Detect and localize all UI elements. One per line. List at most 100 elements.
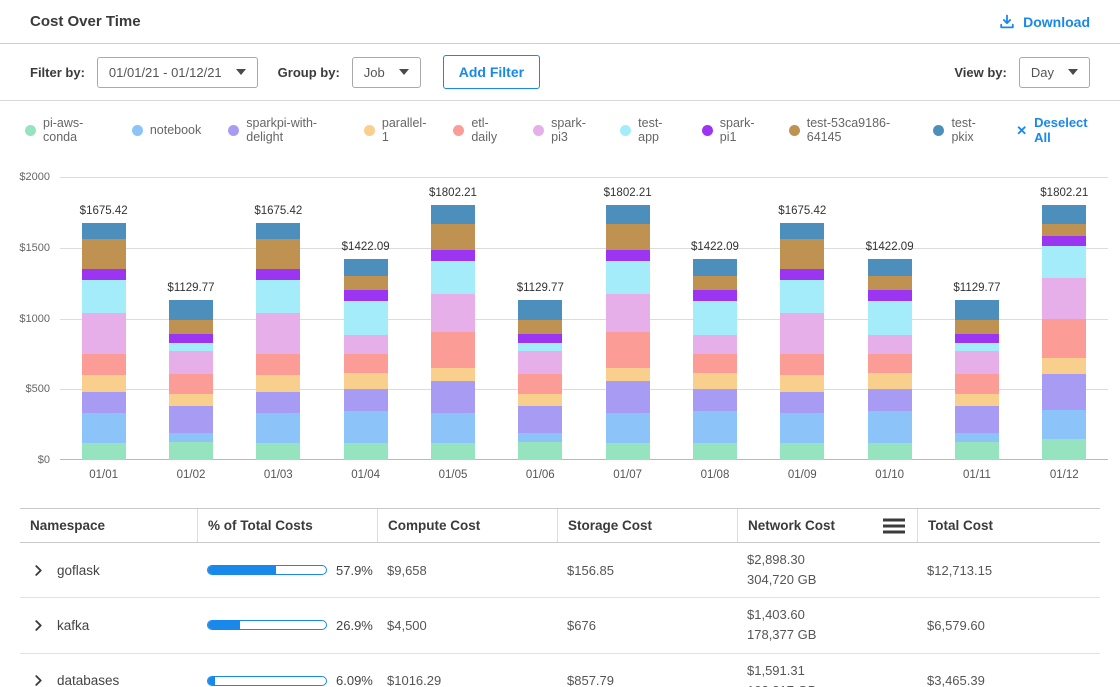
bar-segment-sparkpi-with-delight[interactable] <box>431 381 475 413</box>
bar-segment-spark-pi1[interactable] <box>344 290 388 300</box>
bar-segment-spark-pi1[interactable] <box>780 269 824 279</box>
legend-item-test-pkix[interactable]: test-pkix <box>933 116 989 144</box>
bar-segment-spark-pi1[interactable] <box>518 334 562 343</box>
legend-item-sparkpi-with-delight[interactable]: sparkpi-with-delight <box>228 116 337 144</box>
bar-segment-notebook[interactable] <box>868 411 912 442</box>
column-menu-icon[interactable] <box>883 518 905 533</box>
bar-segment-test-53ca9186-64145[interactable] <box>693 276 737 290</box>
bar-segment-pi-aws-conda[interactable] <box>955 442 999 460</box>
bar-segment-test-53ca9186-64145[interactable] <box>431 224 475 251</box>
bar-segment-spark-pi3[interactable] <box>606 294 650 332</box>
bar-segment-test-53ca9186-64145[interactable] <box>518 320 562 334</box>
bar-segment-test-app[interactable] <box>82 280 126 313</box>
bar-segment-etl-daily[interactable] <box>693 354 737 373</box>
bar-segment-parallel-1[interactable] <box>256 375 300 392</box>
legend-item-parallel-1[interactable]: parallel-1 <box>364 116 426 144</box>
bar-segment-test-pkix[interactable] <box>344 259 388 277</box>
bar-segment-sparkpi-with-delight[interactable] <box>693 389 737 411</box>
bar-segment-parallel-1[interactable] <box>82 375 126 392</box>
bar-segment-test-53ca9186-64145[interactable] <box>344 276 388 290</box>
bar-segment-test-pkix[interactable] <box>1042 205 1086 224</box>
bar-segment-etl-daily[interactable] <box>606 332 650 368</box>
bar-segment-test-app[interactable] <box>518 343 562 350</box>
legend-item-pi-aws-conda[interactable]: pi-aws-conda <box>25 116 105 144</box>
bar-segment-test-app[interactable] <box>256 280 300 313</box>
expand-chevron-icon[interactable] <box>33 620 44 631</box>
bar-segment-test-app[interactable] <box>1042 246 1086 278</box>
bar-segment-etl-daily[interactable] <box>518 374 562 394</box>
legend-item-etl-daily[interactable]: etl-daily <box>453 116 506 144</box>
bar-segment-test-pkix[interactable] <box>955 300 999 320</box>
bar-segment-sparkpi-with-delight[interactable] <box>82 392 126 413</box>
bar-segment-notebook[interactable] <box>256 413 300 442</box>
bar-segment-spark-pi3[interactable] <box>344 335 388 354</box>
bar-segment-test-app[interactable] <box>169 343 213 350</box>
bar-segment-test-pkix[interactable] <box>606 205 650 224</box>
bar-segment-test-app[interactable] <box>780 280 824 313</box>
group-by-select[interactable]: Job <box>352 57 421 88</box>
bar-segment-test-53ca9186-64145[interactable] <box>256 239 300 269</box>
bar-segment-parallel-1[interactable] <box>868 373 912 389</box>
bar-segment-pi-aws-conda[interactable] <box>780 443 824 460</box>
bar-segment-parallel-1[interactable] <box>780 375 824 392</box>
legend-item-test-app[interactable]: test-app <box>620 116 675 144</box>
bar-segment-pi-aws-conda[interactable] <box>606 443 650 460</box>
bar-segment-test-53ca9186-64145[interactable] <box>169 320 213 334</box>
bar-segment-test-53ca9186-64145[interactable] <box>868 276 912 290</box>
legend-item-test-53ca9186-64145[interactable]: test-53ca9186-64145 <box>789 116 907 144</box>
bar-segment-spark-pi3[interactable] <box>1042 278 1086 319</box>
bar-segment-pi-aws-conda[interactable] <box>693 443 737 460</box>
bar-segment-test-53ca9186-64145[interactable] <box>780 239 824 269</box>
col-header-percent[interactable]: % of Total Costs <box>197 509 377 542</box>
bar-segment-test-pkix[interactable] <box>518 300 562 320</box>
bar-segment-spark-pi1[interactable] <box>868 290 912 300</box>
bar-segment-etl-daily[interactable] <box>169 374 213 394</box>
bar-segment-notebook[interactable] <box>518 433 562 442</box>
bar-segment-parallel-1[interactable] <box>169 394 213 406</box>
bar-segment-pi-aws-conda[interactable] <box>256 443 300 460</box>
bar-segment-spark-pi3[interactable] <box>693 335 737 354</box>
view-by-select[interactable]: Day <box>1019 57 1090 88</box>
bar-segment-sparkpi-with-delight[interactable] <box>344 389 388 411</box>
col-header-storage[interactable]: Storage Cost <box>557 509 737 542</box>
bar-segment-spark-pi1[interactable] <box>169 334 213 343</box>
bar-segment-parallel-1[interactable] <box>955 394 999 406</box>
bar-segment-spark-pi3[interactable] <box>868 335 912 354</box>
bar-segment-test-pkix[interactable] <box>256 223 300 239</box>
bar-segment-test-pkix[interactable] <box>868 259 912 277</box>
bar-segment-etl-daily[interactable] <box>955 374 999 394</box>
bar-segment-spark-pi3[interactable] <box>431 294 475 332</box>
deselect-all-button[interactable]: ✕ Deselect All <box>1016 115 1095 145</box>
col-header-total[interactable]: Total Cost <box>917 509 1100 542</box>
bar-segment-sparkpi-with-delight[interactable] <box>169 406 213 433</box>
bar-segment-test-53ca9186-64145[interactable] <box>606 224 650 251</box>
bar-segment-spark-pi1[interactable] <box>1042 236 1086 246</box>
bar-segment-spark-pi3[interactable] <box>82 313 126 354</box>
add-filter-button[interactable]: Add Filter <box>443 55 540 89</box>
bar-segment-etl-daily[interactable] <box>82 354 126 375</box>
bar-segment-parallel-1[interactable] <box>431 368 475 381</box>
bar-segment-notebook[interactable] <box>780 413 824 442</box>
bar-segment-notebook[interactable] <box>606 413 650 443</box>
bar-segment-pi-aws-conda[interactable] <box>82 443 126 460</box>
bar-segment-spark-pi3[interactable] <box>780 313 824 354</box>
legend-item-notebook[interactable]: notebook <box>132 123 201 137</box>
bar-segment-test-53ca9186-64145[interactable] <box>1042 224 1086 236</box>
col-header-compute[interactable]: Compute Cost <box>377 509 557 542</box>
bar-segment-test-app[interactable] <box>606 261 650 293</box>
legend-item-spark-pi3[interactable]: spark-pi3 <box>533 116 593 144</box>
bar-segment-notebook[interactable] <box>955 433 999 442</box>
col-header-namespace[interactable]: Namespace <box>20 509 197 542</box>
bar-segment-pi-aws-conda[interactable] <box>344 443 388 460</box>
bar-segment-spark-pi1[interactable] <box>693 290 737 300</box>
bar-segment-test-app[interactable] <box>344 301 388 336</box>
bar-segment-test-app[interactable] <box>868 301 912 336</box>
bar-segment-spark-pi3[interactable] <box>518 351 562 374</box>
bar-segment-spark-pi3[interactable] <box>256 313 300 354</box>
bar-segment-parallel-1[interactable] <box>606 368 650 381</box>
bar-segment-test-app[interactable] <box>693 301 737 336</box>
expand-chevron-icon[interactable] <box>33 565 44 576</box>
bar-segment-test-pkix[interactable] <box>82 223 126 239</box>
bar-segment-sparkpi-with-delight[interactable] <box>256 392 300 413</box>
bar-segment-spark-pi3[interactable] <box>169 351 213 374</box>
